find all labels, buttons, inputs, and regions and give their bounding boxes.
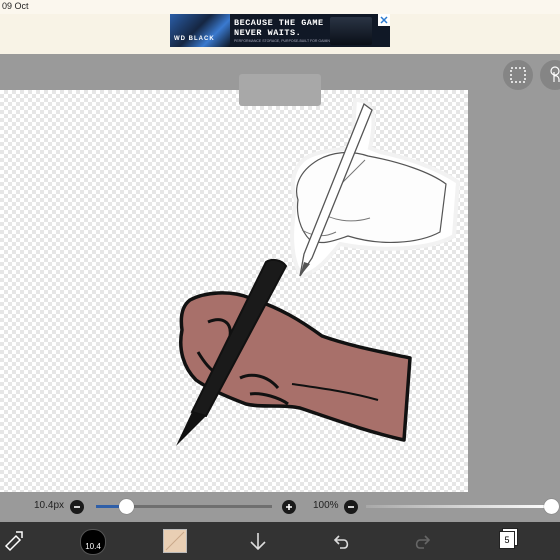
brush-size-knob[interactable]: [118, 499, 134, 514]
color-swatch-button[interactable]: [163, 529, 187, 553]
redo-button[interactable]: [412, 530, 434, 554]
brush-size-slider[interactable]: [96, 499, 272, 514]
minus-icon: [348, 506, 354, 508]
color-swatch-icon: [165, 531, 185, 551]
ad-artwork: [170, 14, 230, 47]
download-button[interactable]: [247, 530, 269, 554]
plus-icon: [286, 504, 292, 510]
layer-count: 5: [499, 531, 515, 549]
opacity-slider[interactable]: [366, 499, 559, 514]
gesture-button[interactable]: [540, 60, 560, 90]
opacity-decrease-button[interactable]: [344, 500, 358, 514]
ad-brand: WD BLACK: [174, 36, 215, 42]
ad-product-image: [330, 17, 372, 45]
selection-button[interactable]: [503, 60, 533, 90]
size-decrease-button[interactable]: [70, 500, 84, 514]
canvas-artwork: [176, 97, 461, 446]
transform-tool-button[interactable]: [2, 528, 24, 552]
ad-banner[interactable]: WD BLACK BECAUSE THE GAME NEVER WAITS. P…: [170, 14, 390, 47]
size-increase-button[interactable]: [282, 500, 296, 514]
undo-button[interactable]: [330, 530, 352, 554]
status-time: 09 Oct: [2, 1, 29, 11]
ad-close-icon[interactable]: [378, 14, 390, 26]
opacity-label: 100%: [313, 500, 339, 511]
undo-icon: [333, 535, 349, 549]
minus-icon: [74, 506, 80, 508]
touch-icon: [550, 66, 560, 82]
brush-tool-button[interactable]: 10.4: [80, 529, 106, 555]
status-bar: 09 Oct: [0, 0, 560, 14]
redo-icon: [415, 535, 431, 549]
layer-grab-handle[interactable]: [239, 74, 321, 106]
sketch-hand: [290, 97, 461, 279]
brush-size-badge: 10.4: [85, 542, 101, 551]
selection-icon: [510, 67, 526, 83]
ad-subtext: PERFORMANCE STORAGE, PURPOSE-BUILT FOR G…: [234, 39, 333, 43]
arrow-down-icon: [250, 533, 266, 551]
brush-size-label: 10.4px: [34, 500, 65, 511]
drawing-canvas[interactable]: [0, 90, 468, 492]
opacity-knob[interactable]: [544, 499, 559, 514]
ad-headline: BECAUSE THE GAME NEVER WAITS.: [234, 18, 324, 38]
transform-icon: [4, 531, 23, 552]
